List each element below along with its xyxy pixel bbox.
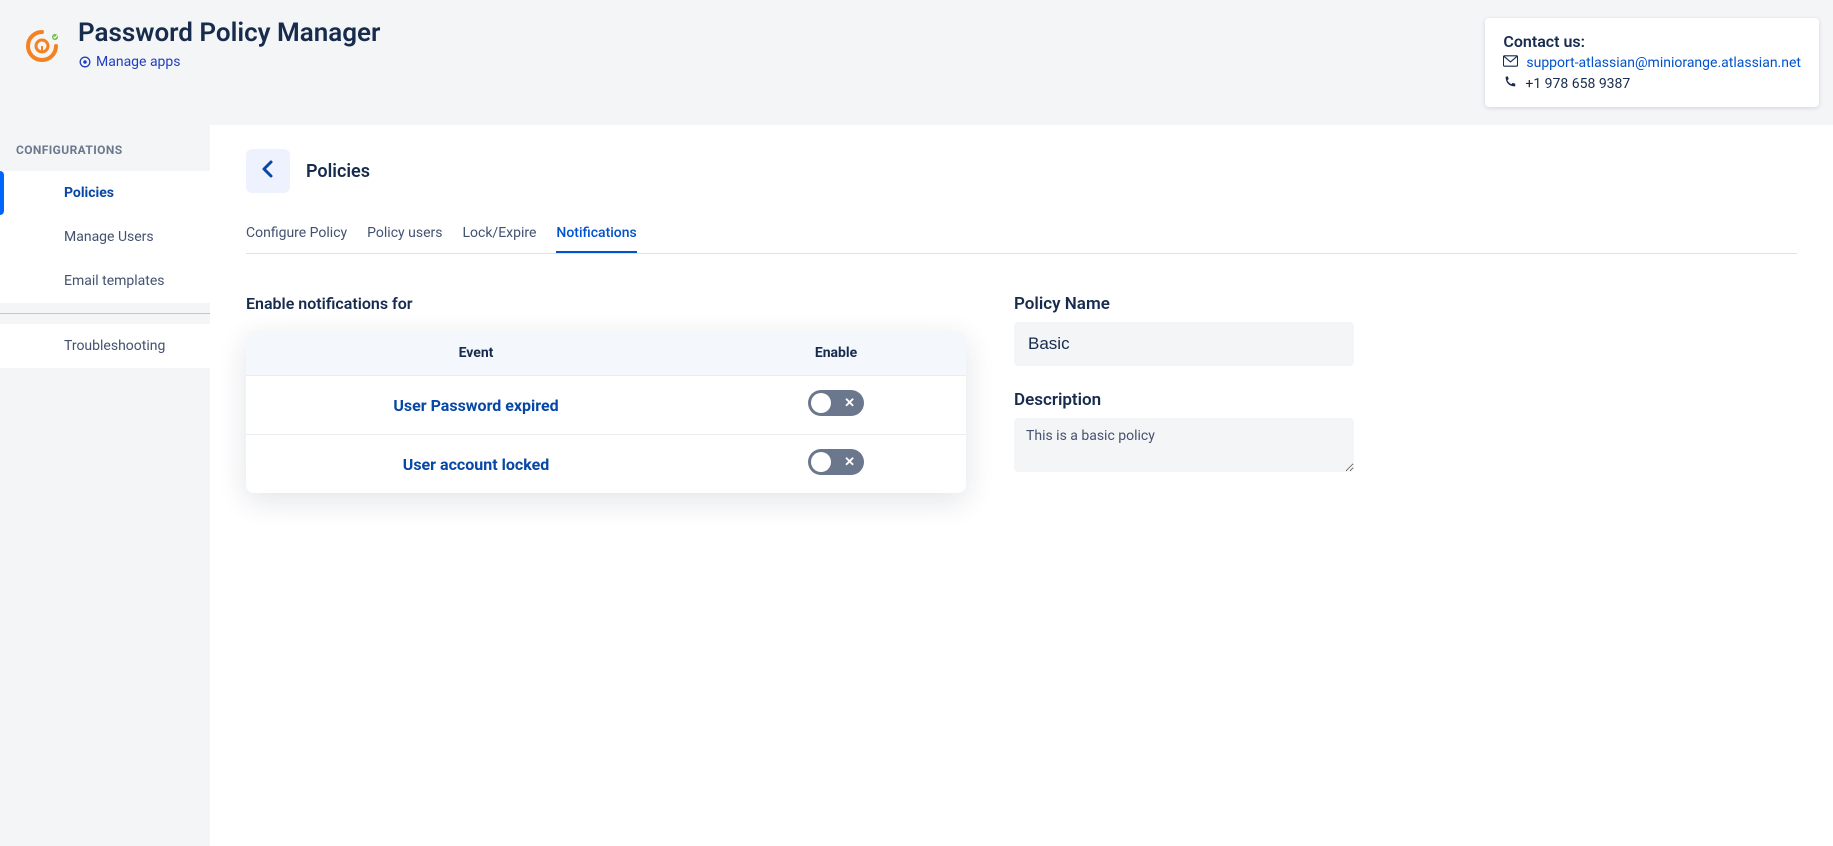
sidebar-item-label: Manage Users bbox=[64, 229, 154, 245]
sidebar-item-label: Email templates bbox=[64, 273, 165, 289]
app-logo-icon bbox=[22, 26, 62, 66]
notifications-table: Event Enable User Password expired ✕ bbox=[246, 331, 966, 493]
page-title: Policies bbox=[306, 161, 370, 182]
event-account-locked-link[interactable]: User account locked bbox=[246, 437, 706, 492]
tab-label: Policy users bbox=[367, 225, 442, 241]
content-row: Enable notifications for Event Enable Us… bbox=[246, 294, 1797, 493]
contact-phone-text: +1 978 658 9387 bbox=[1525, 76, 1630, 92]
sidebar-item-label: Policies bbox=[64, 185, 114, 201]
tab-configure-policy[interactable]: Configure Policy bbox=[246, 215, 347, 253]
policy-name-input[interactable] bbox=[1014, 322, 1354, 366]
sidebar-divider bbox=[0, 313, 210, 314]
notifications-section-title: Enable notifications for bbox=[246, 294, 966, 313]
mail-icon bbox=[1503, 55, 1518, 71]
sidebar-item-troubleshooting[interactable]: Troubleshooting bbox=[0, 324, 210, 368]
tab-label: Notifications bbox=[556, 225, 636, 241]
tab-notifications[interactable]: Notifications bbox=[556, 215, 636, 253]
tab-lock-expire[interactable]: Lock/Expire bbox=[462, 215, 536, 253]
sidebar-heading: CONFIGURATIONS bbox=[0, 125, 210, 171]
tabs: Configure Policy Policy users Lock/Expir… bbox=[246, 215, 1797, 254]
table-header: Event Enable bbox=[246, 331, 966, 375]
sidebar-item-label: Troubleshooting bbox=[64, 338, 165, 354]
app-title: Password Policy Manager bbox=[78, 18, 380, 48]
back-button[interactable] bbox=[246, 149, 290, 193]
toggle-knob bbox=[811, 393, 831, 413]
table-row: User Password expired ✕ bbox=[246, 375, 966, 434]
toggle-account-locked[interactable]: ✕ bbox=[808, 449, 864, 475]
tab-label: Lock/Expire bbox=[462, 225, 536, 241]
column-header-event: Event bbox=[246, 331, 706, 375]
header-left: Password Policy Manager Manage apps bbox=[22, 18, 380, 73]
right-pane: Policy Name Description bbox=[1014, 294, 1354, 476]
toggle-knob bbox=[811, 452, 831, 472]
chevron-left-icon bbox=[256, 157, 280, 185]
contact-title: Contact us: bbox=[1503, 32, 1801, 51]
toggle-cell: ✕ bbox=[706, 376, 966, 434]
phone-icon bbox=[1503, 75, 1517, 93]
toggle-cell: ✕ bbox=[706, 435, 966, 493]
table-row: User account locked ✕ bbox=[246, 434, 966, 493]
body: CONFIGURATIONS Policies Manage Users Ema… bbox=[0, 125, 1833, 846]
contact-email-link[interactable]: support-atlassian@miniorange.atlassian.n… bbox=[1526, 55, 1801, 71]
page-head: Policies bbox=[246, 149, 1797, 193]
contact-email-row: support-atlassian@miniorange.atlassian.n… bbox=[1503, 55, 1801, 71]
tab-policy-users[interactable]: Policy users bbox=[367, 215, 442, 253]
description-label: Description bbox=[1014, 390, 1354, 410]
tab-label: Configure Policy bbox=[246, 225, 347, 241]
main-content: Policies Configure Policy Policy users L… bbox=[210, 125, 1833, 846]
close-icon: ✕ bbox=[844, 456, 855, 469]
sidebar: CONFIGURATIONS Policies Manage Users Ema… bbox=[0, 125, 210, 846]
policy-name-label: Policy Name bbox=[1014, 294, 1354, 314]
toggle-password-expired[interactable]: ✕ bbox=[808, 390, 864, 416]
sidebar-item-policies[interactable]: Policies bbox=[0, 171, 210, 215]
event-password-expired-link[interactable]: User Password expired bbox=[246, 378, 706, 433]
sidebar-item-manage-users[interactable]: Manage Users bbox=[0, 215, 210, 259]
description-textarea[interactable] bbox=[1014, 418, 1354, 472]
manage-apps-link[interactable]: Manage apps bbox=[78, 54, 181, 70]
column-header-enable: Enable bbox=[706, 331, 966, 375]
contact-card: Contact us: support-atlassian@miniorange… bbox=[1485, 18, 1819, 107]
close-icon: ✕ bbox=[844, 397, 855, 410]
header: Password Policy Manager Manage apps Cont… bbox=[0, 0, 1833, 125]
gear-icon bbox=[78, 55, 92, 69]
left-pane: Enable notifications for Event Enable Us… bbox=[246, 294, 966, 493]
sidebar-item-email-templates[interactable]: Email templates bbox=[0, 259, 210, 303]
header-title-block: Password Policy Manager Manage apps bbox=[78, 18, 380, 73]
contact-phone-row: +1 978 658 9387 bbox=[1503, 75, 1801, 93]
manage-apps-label: Manage apps bbox=[96, 54, 181, 70]
